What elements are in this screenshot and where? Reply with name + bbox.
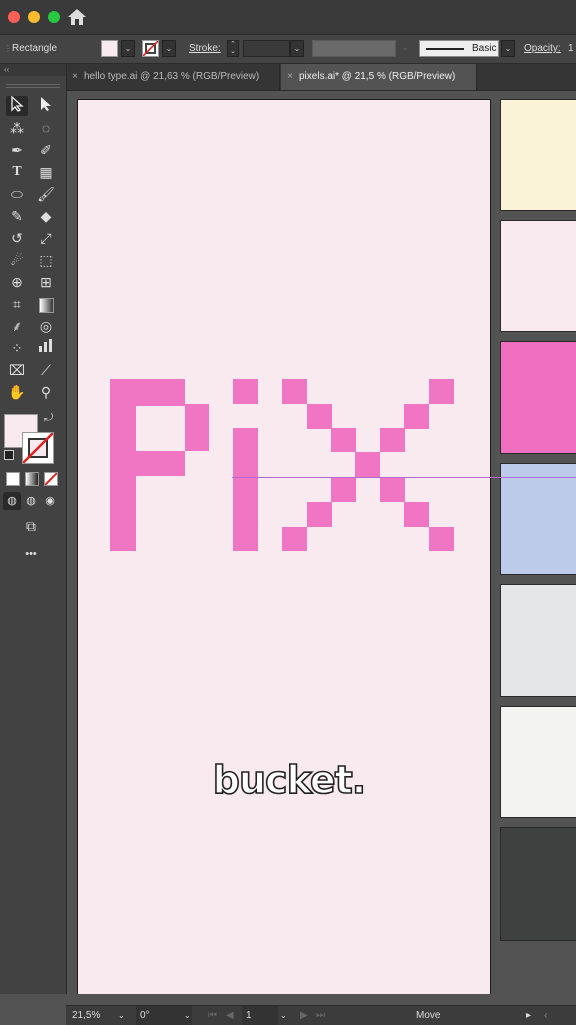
- pen-tool-icon[interactable]: ✒: [6, 140, 28, 160]
- stroke-color-swatch[interactable]: [142, 40, 159, 57]
- rotation-value: 0°: [140, 1010, 150, 1021]
- artboard-number: 1: [246, 1010, 252, 1021]
- tools-panel: ‹‹ ⁂ ◌ ✒ ✐ T ▦ ⬭ 🖌 ✎ ◆ ↺ ⤢ ☄ ⬚ ⊕ ⊞ ⌗ ⸙ ◎…: [0, 64, 67, 994]
- stroke-label[interactable]: Stroke:: [189, 43, 221, 54]
- warp-tool-icon[interactable]: ☄: [6, 250, 28, 270]
- magic-wand-tool-icon[interactable]: ⁂: [6, 118, 28, 138]
- eraser-tool-icon[interactable]: ◆: [35, 206, 57, 226]
- none-mode-icon[interactable]: [44, 472, 58, 486]
- gradient-tool-icon[interactable]: [35, 294, 57, 314]
- perspective-grid-tool-icon[interactable]: ⊞: [35, 272, 57, 292]
- free-transform-tool-icon[interactable]: ⬚: [35, 250, 57, 270]
- stroke-dropdown[interactable]: ⌄: [162, 40, 176, 57]
- paintbrush-tool-icon[interactable]: 🖌: [35, 184, 57, 204]
- selection-tool-icon[interactable]: [6, 95, 28, 116]
- status-bar: 21,5% ⌄ 0° ⌄ ⏮ ◀ 1 ⌄ ▶ ⏭ Move ▸ ‹: [66, 1005, 576, 1025]
- brush-dropdown[interactable]: ⌄: [501, 40, 515, 57]
- mesh-tool-icon[interactable]: ⌗: [6, 294, 28, 314]
- eyedropper-tool-icon[interactable]: ⸙: [6, 316, 28, 336]
- tab-label: hello type.ai @ 21,63 % (RGB/Preview): [84, 71, 260, 82]
- palette-swatch-cream[interactable]: [500, 99, 576, 211]
- bucket-logo-text[interactable]: bucket.: [204, 757, 374, 803]
- next-artboard-icon[interactable]: ▶: [300, 1006, 308, 1025]
- rotate-tool-icon[interactable]: ↺: [6, 228, 28, 248]
- draw-behind-icon[interactable]: ◍: [22, 492, 40, 510]
- canvas-area[interactable]: [67, 91, 576, 994]
- close-tab-icon[interactable]: ×: [281, 64, 299, 90]
- palette-swatch-light-pink[interactable]: [500, 220, 576, 332]
- first-artboard-icon[interactable]: ⏮: [208, 1006, 217, 1025]
- brush-definition-field[interactable]: Basic: [419, 40, 499, 57]
- close-tab-icon[interactable]: ×: [66, 64, 84, 90]
- opacity-value[interactable]: 1: [568, 43, 574, 54]
- scale-tool-icon[interactable]: ⤢: [35, 228, 57, 248]
- shape-builder-tool-icon[interactable]: ⊕: [6, 272, 28, 292]
- edit-toolbar-button[interactable]: •••: [20, 544, 42, 564]
- rectangular-grid-tool-icon[interactable]: ▦: [35, 162, 57, 182]
- rotation-dropdown[interactable]: ⌄: [184, 1006, 191, 1025]
- draw-inside-icon[interactable]: ◉: [41, 492, 59, 510]
- palette-swatch-off-white[interactable]: [500, 706, 576, 818]
- zoom-dropdown[interactable]: ⌄: [118, 1006, 125, 1025]
- artboard-dropdown[interactable]: ⌄: [280, 1006, 287, 1025]
- palette-swatch-pink[interactable]: [500, 341, 576, 454]
- curvature-tool-icon[interactable]: ✐: [35, 140, 57, 160]
- fill-dropdown[interactable]: ⌄: [121, 40, 135, 57]
- artboard-number-field[interactable]: 1: [242, 1006, 278, 1025]
- opacity-label[interactable]: Opacity:: [524, 43, 561, 54]
- brush-style-label: Basic: [472, 43, 497, 54]
- minimize-window-button[interactable]: [28, 11, 40, 23]
- variable-width-dropdown: ⌄: [401, 43, 409, 52]
- slice-tool-icon[interactable]: ⟋: [35, 360, 57, 380]
- last-artboard-icon[interactable]: ⏭: [316, 1006, 325, 1025]
- stroke-swatch[interactable]: [22, 432, 54, 464]
- smart-guide-line: [232, 477, 576, 478]
- stroke-weight-dropdown[interactable]: ⌄: [290, 40, 304, 57]
- tab-label: pixels.ai* @ 21,5 % (RGB/Preview): [299, 71, 456, 82]
- tab-hello-type[interactable]: × hello type.ai @ 21,63 % (RGB/Preview): [66, 64, 280, 90]
- panel-grip: [6, 84, 60, 88]
- draw-normal-icon[interactable]: ◍: [3, 492, 21, 510]
- status-menu-icon[interactable]: ▸: [526, 1006, 531, 1025]
- hand-tool-icon[interactable]: ✋: [6, 382, 28, 402]
- artboard-tool-icon[interactable]: ⌧: [6, 360, 28, 380]
- document-tab-bar: × hello type.ai @ 21,63 % (RGB/Preview) ×…: [66, 64, 576, 91]
- type-tool-icon[interactable]: T: [6, 162, 28, 182]
- brush-stroke-preview: [426, 48, 464, 50]
- tab-pixels[interactable]: × pixels.ai* @ 21,5 % (RGB/Preview): [281, 64, 477, 90]
- title-bar: [0, 0, 576, 35]
- direct-selection-tool-icon[interactable]: [35, 96, 57, 116]
- palette-swatch-blue[interactable]: [500, 463, 576, 575]
- palette-swatch-light-gray[interactable]: [500, 584, 576, 697]
- swap-fill-stroke-icon[interactable]: ⤾: [44, 412, 53, 425]
- fill-color-swatch[interactable]: [101, 40, 118, 57]
- object-type-label: Rectangle: [12, 43, 58, 54]
- variable-width-profile[interactable]: [312, 40, 396, 57]
- pencil-tool-icon[interactable]: ✎: [6, 206, 28, 226]
- control-bar: ⋮ Rectangle ⌄ ⌄ Stroke: ⌃ ⌄ ⌄ ⌄ Basic ⌄ O…: [0, 35, 576, 64]
- close-window-button[interactable]: [8, 11, 20, 23]
- current-tool-status: Move: [416, 1010, 441, 1021]
- gradient-mode-icon[interactable]: [25, 472, 39, 486]
- lasso-tool-icon[interactable]: ◌: [35, 118, 57, 138]
- panel-grip-icon: ⋮: [4, 44, 12, 53]
- home-icon[interactable]: [67, 8, 87, 26]
- panel-collapse-button[interactable]: ‹‹: [0, 64, 66, 76]
- color-mode-icon[interactable]: [6, 472, 20, 486]
- zoom-tool-icon[interactable]: ⚲: [35, 382, 57, 402]
- default-fill-stroke-icon[interactable]: [4, 450, 14, 460]
- screen-mode-icon[interactable]: ⧉: [20, 516, 42, 536]
- previous-artboard-icon[interactable]: ◀: [226, 1006, 234, 1025]
- artboard[interactable]: [77, 99, 491, 994]
- stroke-weight-stepper[interactable]: ⌃ ⌄: [227, 40, 239, 57]
- zoom-level[interactable]: 21,5%: [72, 1006, 100, 1025]
- ellipse-tool-icon[interactable]: ⬭: [6, 184, 28, 204]
- palette-swatch-dark-gray[interactable]: [500, 827, 576, 941]
- stroke-weight-input[interactable]: [243, 40, 290, 57]
- maximize-window-button[interactable]: [48, 11, 60, 23]
- column-graph-tool-icon[interactable]: [35, 338, 57, 358]
- scroll-left-icon[interactable]: ‹: [544, 1006, 547, 1025]
- blend-tool-icon[interactable]: ◎: [35, 316, 57, 336]
- symbol-sprayer-tool-icon[interactable]: ⁘: [6, 338, 28, 358]
